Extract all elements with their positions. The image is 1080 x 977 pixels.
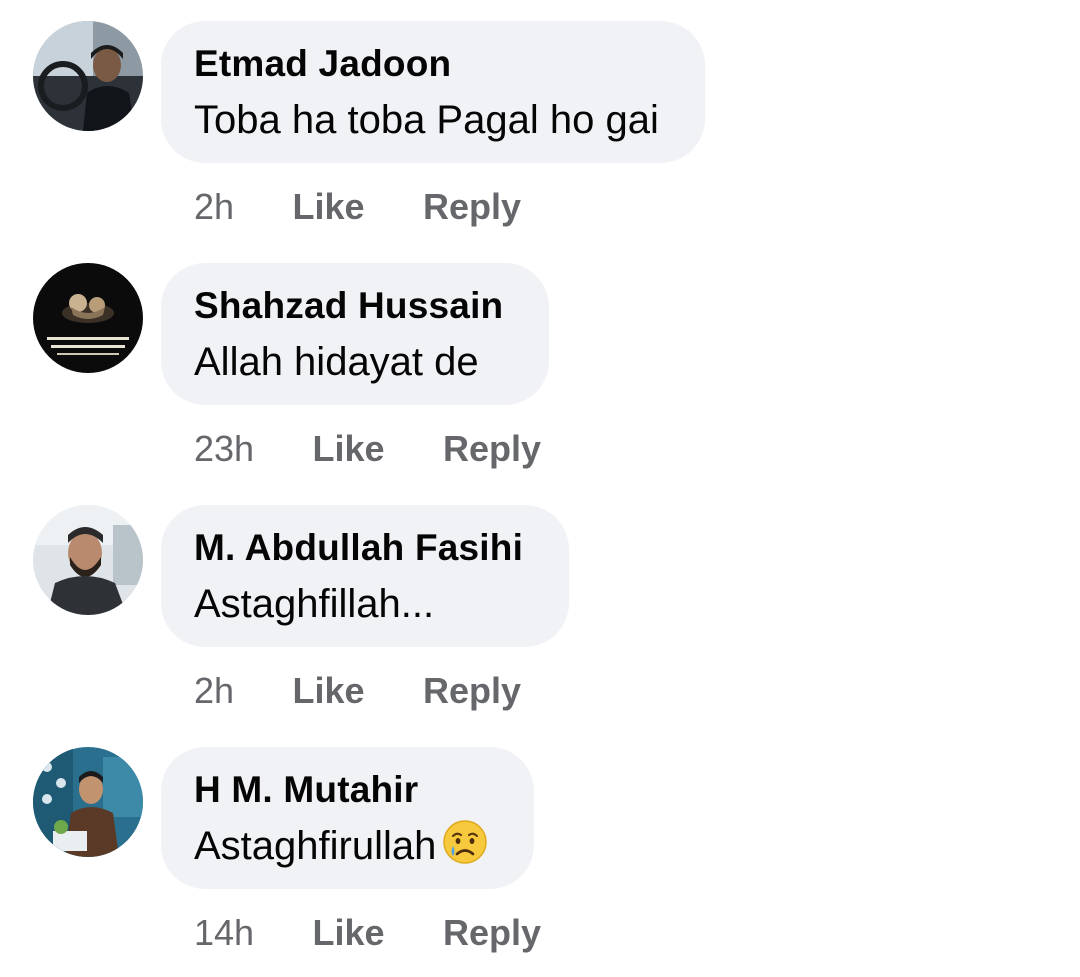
comment-actions: 14h Like Reply [194, 910, 595, 956]
comment-text-content: Astaghfirullah [194, 824, 437, 868]
avatar[interactable] [33, 263, 143, 373]
comment-bubble: Shahzad Hussain Allah hidayat de [161, 263, 550, 405]
reply-button[interactable]: Reply [423, 668, 521, 714]
comment: Etmad Jadoon Toba ha toba Pagal ho gai 2… [0, 0, 1080, 242]
comment-author[interactable]: Etmad Jadoon [194, 41, 659, 87]
reply-button[interactable]: Reply [443, 426, 541, 472]
like-button[interactable]: Like [313, 910, 385, 956]
avatar[interactable] [33, 21, 143, 131]
avatar[interactable] [33, 505, 143, 615]
comment-timestamp[interactable]: 2h [194, 184, 234, 230]
like-button[interactable]: Like [313, 426, 385, 472]
comment-bubble: M. Abdullah Fasihi Astaghfillah... [161, 505, 570, 647]
avatar-man-with-cap-icon [33, 505, 143, 615]
comment: Shahzad Hussain Allah hidayat de 23h Lik… [0, 242, 1080, 484]
comment-author[interactable]: M. Abdullah Fasihi [194, 525, 523, 571]
comment-text: Astaghfillah... [194, 582, 435, 626]
reply-button[interactable]: Reply [423, 184, 521, 230]
comment-author[interactable]: Shahzad Hussain [194, 283, 503, 329]
sad-crying-face-emoji-icon [442, 819, 488, 879]
avatar-dark-image-with-urdu-text-icon [33, 263, 143, 373]
comment-text: Astaghfirullah [194, 819, 488, 879]
comment-timestamp[interactable]: 2h [194, 668, 234, 714]
comment-author[interactable]: H M. Mutahir [194, 767, 488, 813]
avatar[interactable] [33, 747, 143, 857]
comment-bubble: H M. Mutahir Astaghfirullah [161, 747, 535, 889]
comment: M. Abdullah Fasihi Astaghfillah... 2h Li… [0, 484, 1080, 726]
comment-actions: 2h Like Reply [194, 668, 575, 714]
comment-text: Allah hidayat de [194, 340, 479, 384]
comment-timestamp[interactable]: 14h [194, 910, 254, 956]
avatar-man-in-car-icon [33, 21, 143, 131]
comment-bubble: Etmad Jadoon Toba ha toba Pagal ho gai [161, 21, 705, 163]
comment-actions: 2h Like Reply [194, 184, 575, 230]
avatar-man-in-studio-icon [33, 747, 143, 857]
like-button[interactable]: Like [293, 184, 365, 230]
comment-text: Toba ha toba Pagal ho gai [194, 98, 659, 142]
comment: H M. Mutahir Astaghfirullah 14h Like Rep… [0, 726, 1080, 968]
reply-button[interactable]: Reply [443, 910, 541, 956]
comment-timestamp[interactable]: 23h [194, 426, 254, 472]
like-button[interactable]: Like [293, 668, 365, 714]
comment-actions: 23h Like Reply [194, 426, 595, 472]
